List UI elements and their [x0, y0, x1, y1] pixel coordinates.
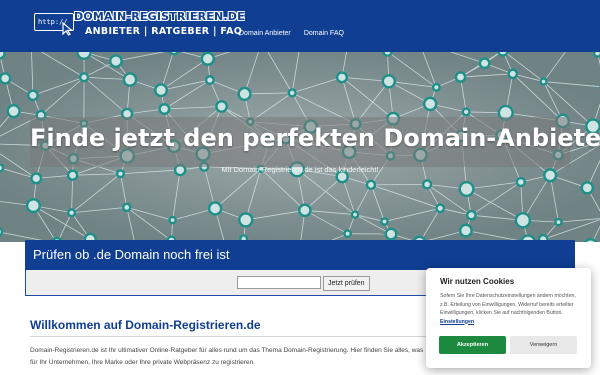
site-header: http:// DOMAIN-REGISTRIEREN.DE ANBIETER … [0, 0, 600, 52]
nav-link-domain-faq[interactable]: Domain FAQ [304, 30, 344, 37]
cookie-settings-link[interactable]: Einstellungen [440, 319, 474, 325]
cookie-dialog-text: Sofern Sie Ihre Datenschutzeinstellungen… [440, 292, 580, 326]
hero-section: Finde jetzt den perfekten Domain-Anbiete… [0, 52, 600, 242]
nav-link-domain-anbieter[interactable]: Domain Anbieter [239, 30, 291, 37]
domain-input[interactable] [237, 276, 321, 289]
logo-title: DOMAIN-REGISTRIEREN.DE [74, 10, 245, 23]
hero-subtitle: Mit Domain-Registrieren.de ist das kinde… [221, 165, 379, 174]
decline-cookies-button[interactable]: Verweigern [510, 336, 577, 354]
cookie-consent-dialog: Wir nutzen Cookies Sofern Sie Ihre Daten… [426, 268, 591, 368]
main-navigation: Domain Anbieter Domain FAQ [239, 20, 352, 39]
cursor-icon [62, 22, 74, 36]
accept-cookies-button[interactable]: Akzeptieren [439, 336, 506, 354]
domain-check-title: Prüfen ob .de Domain noch frei ist [33, 247, 230, 262]
hero-title: Finde jetzt den perfekten Domain-Anbiete… [30, 124, 600, 152]
check-domain-button[interactable]: Jetzt prüfen [323, 276, 370, 291]
welcome-heading: Willkommen auf Domain-Registrieren.de [30, 318, 261, 332]
domain-check-header: Prüfen ob .de Domain noch frei ist [25, 240, 575, 270]
cookie-dialog-title: Wir nutzen Cookies [440, 277, 515, 286]
cookie-description: Sofern Sie Ihre Datenschutzeinstellungen… [440, 293, 576, 316]
logo-subtitle: ANBIETER | RATGEBER | FAQ [85, 26, 243, 37]
site-logo[interactable]: http:// DOMAIN-REGISTRIEREN.DE ANBIETER … [34, 10, 245, 42]
